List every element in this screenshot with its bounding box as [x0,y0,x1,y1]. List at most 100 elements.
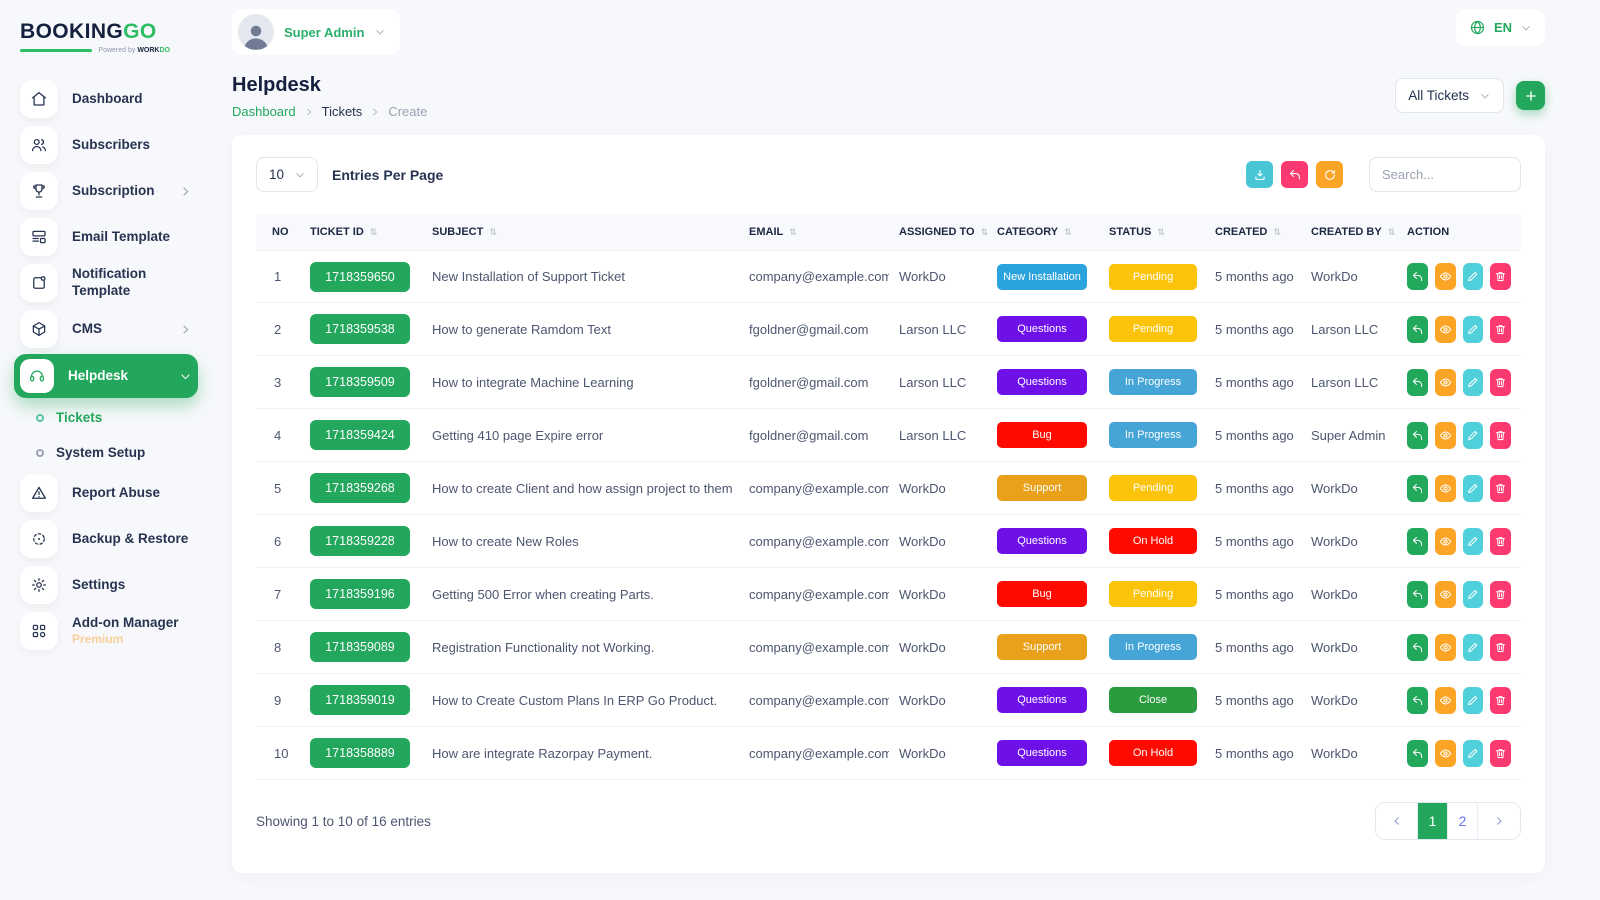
sort-icon[interactable]: ⇅ [1064,227,1071,237]
delete-button[interactable] [1490,369,1511,396]
table-row: 1 1718359650 New Installation of Support… [256,250,1521,303]
edit-button[interactable] [1463,422,1484,449]
column-header-assigned to[interactable]: ASSIGNED TO⇅ [889,214,987,250]
add-ticket-button[interactable] [1516,81,1545,110]
sidebar-subitem-system-setup[interactable]: System Setup [14,435,198,470]
brand-logo[interactable]: BOOKINGGO Powered by WORKDO [14,14,198,68]
reply-button[interactable] [1407,369,1428,396]
entries-per-page-select[interactable]: 10 [256,157,318,192]
reply-button[interactable] [1407,316,1428,343]
delete-button[interactable] [1490,528,1511,555]
edit-button[interactable] [1463,740,1484,767]
export-button[interactable] [1246,161,1273,188]
sidebar-item-dashboard[interactable]: Dashboard [14,76,198,122]
sidebar-item-cms[interactable]: CMS [14,306,198,352]
sort-icon[interactable]: ⇅ [489,227,496,237]
delete-button[interactable] [1490,740,1511,767]
delete-button[interactable] [1490,263,1511,290]
column-header-category[interactable]: CATEGORY⇅ [987,214,1099,250]
delete-button[interactable] [1490,316,1511,343]
page-number-1[interactable]: 1 [1418,803,1448,839]
view-button[interactable] [1435,475,1456,502]
view-button[interactable] [1435,263,1456,290]
status-badge: Pending [1109,581,1197,607]
column-header-ticket id[interactable]: TICKET ID⇅ [300,214,422,250]
next-page-button[interactable] [1478,803,1520,839]
sort-icon[interactable]: ⇅ [981,227,988,237]
table-row: 7 1718359196 Getting 500 Error when crea… [256,568,1521,621]
sidebar-item-backup-restore[interactable]: Backup & Restore [14,516,198,562]
view-button[interactable] [1435,581,1456,608]
view-button[interactable] [1435,528,1456,555]
sidebar-item-subscription[interactable]: Subscription [14,168,198,214]
reply-button[interactable] [1407,740,1428,767]
delete-button[interactable] [1490,687,1511,714]
previous-page-button[interactable] [1376,803,1418,839]
reset-button[interactable] [1281,161,1308,188]
sidebar-item-subscribers[interactable]: Subscribers [14,122,198,168]
reply-button[interactable] [1407,528,1428,555]
sort-icon[interactable]: ⇅ [789,227,796,237]
edit-button[interactable] [1463,581,1484,608]
reply-button[interactable] [1407,634,1428,661]
reply-button[interactable] [1407,581,1428,608]
reply-button[interactable] [1407,687,1428,714]
sort-icon[interactable]: ⇅ [370,227,377,237]
sidebar-item-addon-manager[interactable]: Add-on ManagerPremium [14,608,198,654]
column-header-created[interactable]: CREATED⇅ [1205,214,1301,250]
edit-button[interactable] [1463,263,1484,290]
status-badge: In Progress [1109,369,1197,395]
breadcrumb-tickets[interactable]: Tickets [322,104,363,119]
page-number-2[interactable]: 2 [1448,803,1478,839]
reply-button[interactable] [1407,475,1428,502]
search-input[interactable] [1369,157,1521,192]
chevron-down-icon [294,169,306,181]
delete-button[interactable] [1490,634,1511,661]
ticket-filter-select[interactable]: All Tickets [1395,78,1504,113]
sidebar-item-report-abuse[interactable]: Report Abuse [14,470,198,516]
view-button[interactable] [1435,369,1456,396]
delete-button[interactable] [1490,581,1511,608]
column-header-status[interactable]: STATUS⇅ [1099,214,1205,250]
cell-assigned-to: WorkDo [889,727,987,780]
sidebar-item-helpdesk[interactable]: Helpdesk [14,354,198,398]
sidebar-subitem-tickets[interactable]: Tickets [14,400,198,435]
view-button[interactable] [1435,422,1456,449]
sidebar-item-email-template[interactable]: Email Template [14,214,198,260]
reply-button[interactable] [1407,263,1428,290]
sidebar-item-settings[interactable]: Settings [14,562,198,608]
topbar: Super Admin EN [232,0,1545,62]
edit-button[interactable] [1463,687,1484,714]
delete-button[interactable] [1490,475,1511,502]
reply-button[interactable] [1407,422,1428,449]
breadcrumb-dashboard[interactable]: Dashboard [232,104,296,119]
column-header-created by[interactable]: CREATED BY⇅ [1301,214,1397,250]
sort-icon[interactable]: ⇅ [1273,227,1280,237]
delete-button[interactable] [1490,422,1511,449]
header-actions: All Tickets [1395,78,1545,113]
cell-assigned-to: WorkDo [889,674,987,727]
edit-button[interactable] [1463,634,1484,661]
edit-button[interactable] [1463,316,1484,343]
cell-created: 5 months ago [1205,409,1301,462]
pagination: 1 2 [1375,802,1521,840]
sort-icon[interactable]: ⇅ [1157,227,1164,237]
gear-icon [20,566,58,604]
cell-created: 5 months ago [1205,356,1301,409]
view-button[interactable] [1435,740,1456,767]
edit-button[interactable] [1463,369,1484,396]
language-selector[interactable]: EN [1456,9,1545,46]
cell-created-by: WorkDo [1301,621,1397,674]
edit-button[interactable] [1463,528,1484,555]
sort-icon[interactable]: ⇅ [1388,227,1395,237]
user-menu[interactable]: Super Admin [232,9,400,55]
sidebar-item-notification-template[interactable]: Notification Template [14,260,198,306]
refresh-button[interactable] [1316,161,1343,188]
view-button[interactable] [1435,316,1456,343]
column-header-subject[interactable]: SUBJECT⇅ [422,214,739,250]
column-header-email[interactable]: EMAIL⇅ [739,214,889,250]
view-button[interactable] [1435,687,1456,714]
edit-button[interactable] [1463,475,1484,502]
view-button[interactable] [1435,634,1456,661]
cell-assigned-to: WorkDo [889,568,987,621]
